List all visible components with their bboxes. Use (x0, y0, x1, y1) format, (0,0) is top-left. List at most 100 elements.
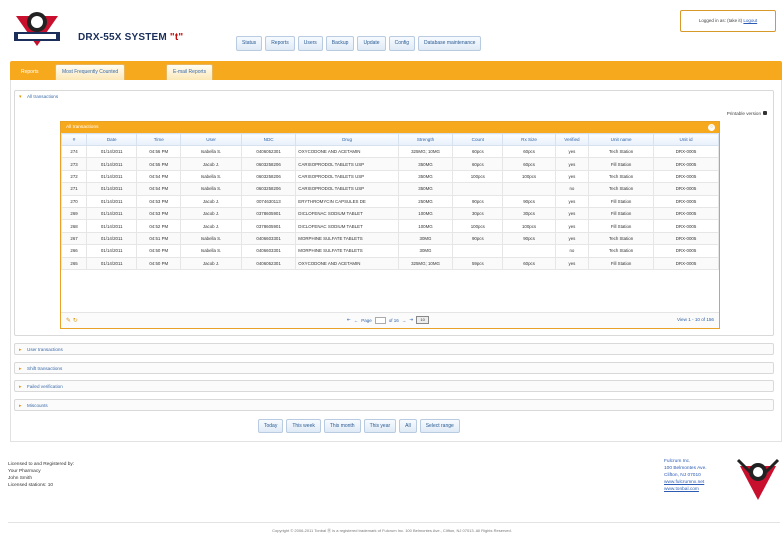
header-col-drug[interactable]: Drug (295, 133, 399, 146)
cell-verified: yes (554, 144, 590, 159)
cell-count: 90pcs (452, 194, 504, 208)
report-tabs: Reports Most Frequently Counted E-mail R… (10, 61, 782, 80)
last-page-icon[interactable]: ⇥ (409, 317, 413, 323)
refresh-icon[interactable]: ✎ ↻ (66, 317, 78, 324)
miscounts-section[interactable]: ▸ Miscounts (14, 399, 774, 411)
table-row[interactable]: 274 01/14/2011 04:56 PM Isabella S. 04060523… (60, 144, 719, 159)
logout-link[interactable]: Logout (743, 18, 757, 23)
failed-verification-section[interactable]: ▸ Failed verification (14, 380, 774, 392)
triangle-right-icon: ▸ (19, 366, 22, 372)
this-month-button[interactable]: This month (323, 419, 361, 433)
tonbal-footer-logo (736, 458, 780, 500)
cell-time: 04:50 PM (136, 244, 182, 258)
cell-time: 04:55 PM (136, 157, 182, 171)
header-col-rx-size[interactable]: Rx Size (502, 133, 556, 146)
nav-backup-button[interactable]: Backup (325, 36, 355, 51)
header-col-count[interactable]: Count (452, 133, 504, 146)
table-row[interactable]: 266 01/14/2011 04:50 PM Isabella S. 04066033… (60, 244, 719, 258)
this-week-button[interactable]: This week (286, 419, 321, 433)
header-col-date[interactable]: Date (86, 133, 138, 146)
next-page-icon[interactable]: → (402, 318, 407, 323)
cell-user: Jacob J. (180, 219, 242, 233)
cell-user: Jacob J. (180, 194, 242, 208)
header-col-user[interactable]: User (180, 133, 242, 146)
table-row[interactable]: 268 01/14/2011 04:52 PM Jacob J. 0378605901 D… (60, 219, 719, 233)
cell-ndc: 0603258206 (240, 157, 297, 171)
all-transactions-header[interactable]: ▾ All transactions (15, 91, 773, 103)
nav-database-maintenance-button[interactable]: Database maintenance (418, 36, 482, 51)
all-button[interactable]: All (399, 419, 417, 433)
nav-reports-button[interactable]: Reports (265, 36, 295, 51)
prev-page-icon[interactable]: ← (354, 318, 359, 323)
cell-rx-size (502, 244, 556, 258)
login-text: Logged in as: (take it) (698, 18, 743, 23)
website-link[interactable]: www.fulcrumnx.net (664, 479, 707, 486)
grid-pager: ✎ ↻ ⇤ ← Page of 16 → ⇥ 10 View 1 - 10 of… (61, 312, 719, 328)
shift-transactions-section[interactable]: ▸ Shift transactions (14, 362, 774, 374)
cell-verified: yes (554, 157, 590, 171)
select-range-button[interactable]: Select range (419, 419, 460, 433)
cell-count: 59pcs (452, 256, 504, 270)
cell-unit-id: DRX-0005 (653, 256, 719, 270)
cell-unit-id: DRX-0005 (653, 231, 719, 246)
header-col-strength[interactable]: Strength (397, 133, 454, 146)
cell-rx-size: 90pcs (502, 231, 556, 246)
tab-reports[interactable]: Reports (14, 64, 46, 80)
cell-verified: yes (554, 206, 590, 221)
header-col-verified[interactable]: Verified (554, 133, 590, 146)
first-page-icon[interactable]: ⇤ (347, 317, 351, 323)
tab-most-frequently-counted[interactable]: Most Frequently Counted (55, 64, 126, 80)
this-year-button[interactable]: This year (363, 419, 397, 433)
nav-status-button[interactable]: Status (236, 36, 263, 51)
header-col-unit-name[interactable]: Unit name (588, 133, 655, 146)
cell-unit-id: DRX-0005 (653, 169, 719, 184)
nav-users-button[interactable]: Users (297, 36, 323, 51)
cell-date: 01/14/2011 (86, 182, 138, 196)
table-row[interactable]: 270 01/14/2011 04:53 PM Jacob J. 0074630113 E… (60, 194, 719, 208)
cell-num: 270 (60, 194, 88, 208)
cell-num: 269 (60, 206, 88, 221)
user-transactions-section[interactable]: ▸ User transactions (14, 343, 774, 355)
website-link-2[interactable]: www.tonbal.com (664, 486, 707, 493)
cell-time: 04:53 PM (136, 194, 182, 208)
cell-num: 272 (60, 169, 88, 184)
cell-unit-id: DRX-0005 (653, 244, 719, 258)
cell-verified: yes (554, 231, 590, 246)
cell-unit-id: DRX-0005 (653, 157, 719, 171)
cell-unit-name: Fill Station (588, 194, 655, 208)
header-col-time[interactable]: Time (136, 133, 182, 146)
table-row[interactable]: 267 01/14/2011 04:51 PM Isabella S. 04066033… (60, 231, 719, 246)
table-row[interactable]: 265 01/14/2011 04:50 PM Jacob J. 0406052301 O… (60, 256, 719, 270)
table-row[interactable]: 269 01/14/2011 04:53 PM Jacob J. 0378605901 D… (60, 206, 719, 221)
cell-drug: ERYTHROMYCIN CAPSULES DE (295, 194, 399, 208)
table-row[interactable]: 273 01/14/2011 04:55 PM Jacob J. 0603258206 C… (60, 157, 719, 171)
cell-user: Isabella S. (180, 182, 242, 196)
cell-strength: 325MG; 10MG (397, 256, 454, 270)
cell-date: 01/14/2011 (86, 169, 138, 184)
nav-update-button[interactable]: Update (357, 36, 386, 51)
cell-count (452, 182, 504, 196)
header-col-ndc[interactable]: NDC (240, 133, 297, 146)
cell-ndc: 0406052301 (240, 256, 297, 270)
cell-unit-name: Tech Station (588, 144, 655, 159)
table-row[interactable]: 271 01/14/2011 04:54 PM Isabella S. 06032582… (60, 182, 719, 196)
cell-drug: DICLOFENAC SODIUM TABLET (295, 206, 399, 221)
tab-email-reports[interactable]: E-mail Reports (166, 64, 214, 80)
cell-unit-name: Fill Station (588, 256, 655, 270)
cell-count: 30pcs (452, 206, 504, 221)
printable-version-link[interactable]: Printable version (727, 111, 767, 116)
page-number-input[interactable] (374, 316, 386, 324)
nav-config-button[interactable]: Config (388, 36, 416, 51)
cell-ndc: 0406603301 (240, 244, 297, 258)
cell-drug: MORPHINE SULFATE TABLETS (295, 244, 399, 258)
cell-time: 04:56 PM (136, 144, 182, 159)
collapse-grid-icon[interactable]: ○ (708, 124, 715, 131)
cell-count: 90pcs (452, 231, 504, 246)
rows-per-page-select[interactable]: 10 (416, 316, 430, 324)
header-col-num[interactable]: # (60, 133, 88, 146)
cell-strength: 100MG (397, 206, 454, 221)
header-col-unit-id[interactable]: Unit id (653, 133, 719, 146)
cell-num: 271 (60, 182, 88, 196)
today-button[interactable]: Today (258, 419, 284, 433)
table-row[interactable]: 272 01/14/2011 04:54 PM Isabella S. 06032582… (60, 169, 719, 184)
